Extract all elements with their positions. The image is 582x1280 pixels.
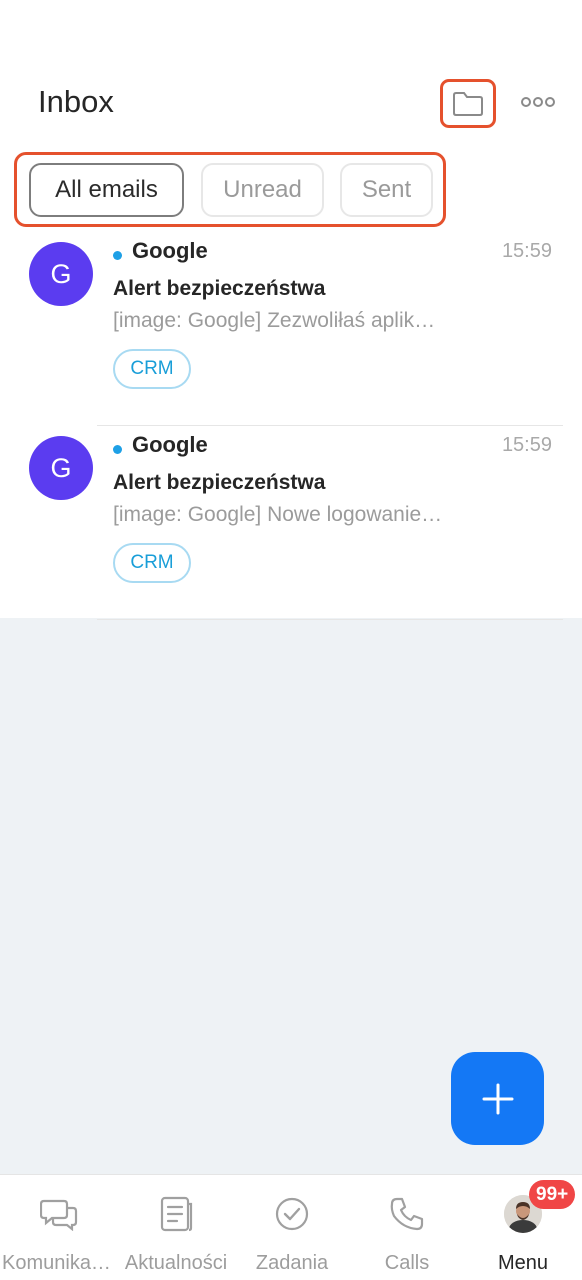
filter-sent[interactable]: Sent <box>340 163 433 217</box>
plus-icon <box>482 1083 513 1114</box>
crm-tag[interactable]: CRM <box>113 543 191 583</box>
page-title: Inbox <box>38 84 114 119</box>
tab-calls[interactable]: Calls <box>350 1175 464 1280</box>
tab-label: Zadania <box>255 1252 329 1274</box>
folder-icon <box>453 91 483 116</box>
tab-label: Calls <box>384 1252 430 1274</box>
tab-tasks[interactable]: Zadania <box>234 1175 350 1280</box>
email-preview: [image: Google] Zezwoliłaś aplik… <box>113 309 436 332</box>
email-time: 15:59 <box>501 240 552 262</box>
divider <box>97 619 563 620</box>
more-button[interactable] <box>515 86 561 118</box>
email-list-item[interactable]: G Google 15:59 Alert bezpieczeństwa [ima… <box>0 232 582 426</box>
filter-all-emails[interactable]: All emails <box>29 163 184 217</box>
folder-button[interactable] <box>440 79 496 128</box>
notification-badge: 99+ <box>529 1180 576 1209</box>
tab-news[interactable]: Aktualności <box>118 1175 234 1280</box>
tab-label: Menu <box>497 1252 549 1274</box>
email-time: 15:59 <box>501 434 552 456</box>
sender-avatar: G <box>29 436 93 500</box>
chat-icon <box>40 1199 78 1231</box>
inbox-panel: Inbox All emails Unread Sent G Google 15… <box>0 0 582 620</box>
news-icon <box>160 1196 193 1232</box>
unread-dot <box>113 445 122 454</box>
tab-label: Komunika… <box>2 1252 111 1274</box>
email-subject: Alert bezpieczeństwa <box>113 277 326 300</box>
unread-dot <box>113 251 122 260</box>
sender-name: Google <box>132 432 208 457</box>
email-preview: [image: Google] Nowe logowanie… <box>113 503 443 526</box>
sender-name: Google <box>132 238 208 263</box>
email-list-item[interactable]: G Google 15:59 Alert bezpieczeństwa [ima… <box>0 426 582 620</box>
email-subject: Alert bezpieczeństwa <box>113 471 326 494</box>
compose-button[interactable] <box>451 1052 544 1145</box>
crm-tag[interactable]: CRM <box>113 349 191 389</box>
bottom-tab-bar: Komunika… Aktualności Zadania Calls Menu <box>0 1174 582 1280</box>
more-icon <box>521 97 555 107</box>
tab-label: Aktualności <box>124 1252 228 1274</box>
check-circle-icon <box>275 1197 309 1231</box>
tab-communicator[interactable]: Komunika… <box>0 1175 118 1280</box>
filter-unread[interactable]: Unread <box>201 163 324 217</box>
sender-avatar: G <box>29 242 93 306</box>
filter-group: All emails Unread Sent <box>14 152 446 227</box>
phone-icon <box>390 1197 424 1231</box>
